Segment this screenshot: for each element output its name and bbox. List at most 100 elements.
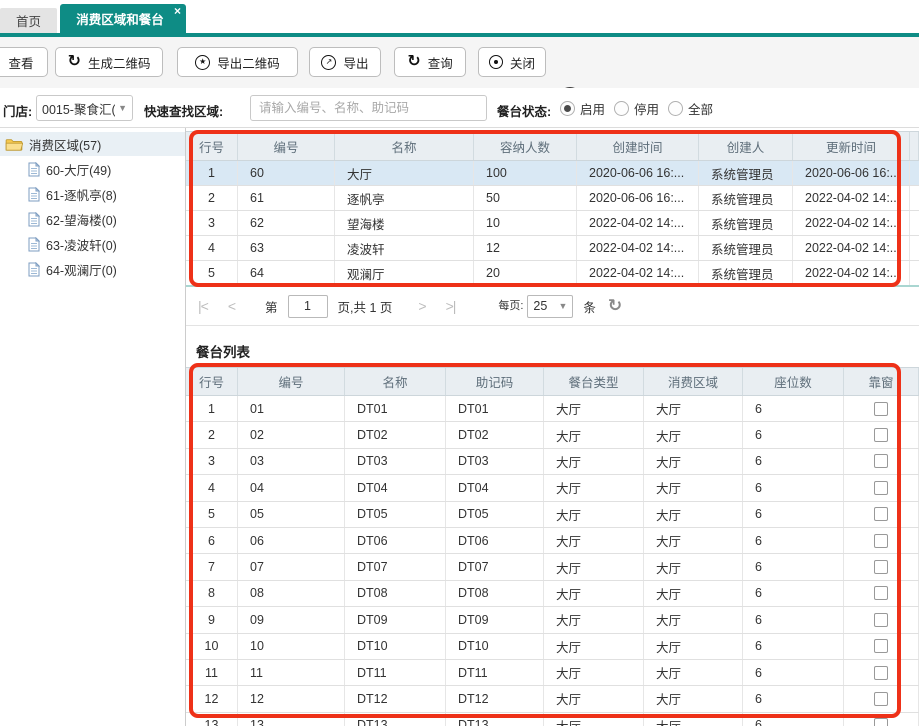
- area-table-row[interactable]: 2 61 逐帆亭 50 2020-06-06 16:... 系统管理员 2022…: [186, 186, 919, 211]
- table-list-row[interactable]: 2 02 DT02 DT02 大厅 大厅 6: [186, 422, 919, 448]
- next-page-button[interactable]: >: [418, 298, 425, 314]
- chevron-down-icon: ▼: [118, 103, 127, 113]
- cell-row-no: 12: [186, 686, 238, 711]
- first-page-button[interactable]: |<: [198, 298, 208, 314]
- tab-home[interactable]: 首页: [0, 8, 57, 33]
- table-list-row[interactable]: 9 09 DT09 DT09 大厅 大厅 6: [186, 607, 919, 633]
- area-table-row[interactable]: 5 64 观澜厅 20 2022-04-02 14:... 系统管理员 2022…: [186, 261, 919, 286]
- window-side-checkbox[interactable]: [874, 428, 888, 442]
- cell-mnemonic: DT03: [446, 449, 544, 474]
- window-side-checkbox[interactable]: [874, 534, 888, 548]
- area-table-body: 1 60 大厅 100 2020-06-06 16:... 系统管理员 2020…: [186, 161, 919, 286]
- per-page-select[interactable]: 25 ▼: [527, 295, 573, 318]
- area-table-row[interactable]: 4 63 凌波轩 12 2022-04-02 14:... 系统管理员 2022…: [186, 236, 919, 261]
- window-side-checkbox[interactable]: [874, 613, 888, 627]
- cell-row-no: 6: [186, 528, 238, 553]
- cell-code: 04: [238, 475, 345, 500]
- export-button[interactable]: ↗ 导出: [309, 47, 381, 77]
- cell-capacity: 100: [474, 161, 577, 185]
- cell-name: DT02: [345, 422, 446, 447]
- page-number-input[interactable]: [288, 295, 328, 318]
- table-list-row[interactable]: 1 01 DT01 DT01 大厅 大厅 6: [186, 396, 919, 422]
- cell-created-time: 2022-04-02 14:...: [577, 261, 699, 285]
- close-button[interactable]: 关闭: [478, 47, 546, 77]
- cell-consume-area: 大厅: [644, 475, 743, 500]
- window-side-checkbox[interactable]: [874, 666, 888, 680]
- table-list-row[interactable]: 13 13 DT13 DT13 大厅 大厅 6: [186, 713, 919, 726]
- window-side-checkbox[interactable]: [874, 481, 888, 495]
- col-name: 名称: [345, 368, 446, 395]
- window-side-checkbox[interactable]: [874, 507, 888, 521]
- cell-mnemonic: DT05: [446, 502, 544, 527]
- window-side-checkbox[interactable]: [874, 402, 888, 416]
- cell-row-no: 11: [186, 660, 238, 685]
- table-list-body: 1 01 DT01 DT01 大厅 大厅 6 2 02 DT02 DT02 大厅…: [186, 396, 919, 726]
- window-side-checkbox[interactable]: [874, 586, 888, 600]
- cell-created-time: 2022-04-02 14:...: [577, 211, 699, 235]
- cell-seats: 6: [743, 528, 844, 553]
- document-icon: [28, 262, 40, 277]
- filter-bar: 门店: 0015-聚食汇( ▼ 快速查找区域: 餐台状态: 启用 停用 全部: [0, 88, 919, 128]
- cell-seats: 6: [743, 396, 844, 421]
- cell-seats: 6: [743, 449, 844, 474]
- radio-status-enabled[interactable]: 启用: [560, 99, 605, 118]
- cell-table-type: 大厅: [544, 554, 644, 579]
- tab-close-icon[interactable]: ×: [174, 5, 181, 17]
- cell-table-type: 大厅: [544, 713, 644, 726]
- area-table-row[interactable]: 3 62 望海楼 10 2022-04-02 14:... 系统管理员 2022…: [186, 211, 919, 236]
- cell-code: 60: [238, 161, 335, 185]
- store-select-value: 0015-聚食汇(: [42, 99, 115, 118]
- store-select[interactable]: 0015-聚食汇( ▼: [36, 95, 133, 121]
- radio-status-all[interactable]: 全部: [668, 99, 713, 118]
- table-list-row[interactable]: 10 10 DT10 DT10 大厅 大厅 6: [186, 634, 919, 660]
- cell-window-side: [844, 422, 919, 447]
- tree-item[interactable]: 64-观澜厅(0): [0, 257, 185, 282]
- window-side-checkbox[interactable]: [874, 692, 888, 706]
- table-list-row[interactable]: 11 11 DT11 DT11 大厅 大厅 6: [186, 660, 919, 686]
- table-list-row[interactable]: 7 07 DT07 DT07 大厅 大厅 6: [186, 554, 919, 580]
- cell-row-no: 2: [186, 186, 238, 210]
- view-button[interactable]: 查看: [0, 47, 48, 77]
- cell-seats: 6: [743, 713, 844, 726]
- cell-updated-time: 2020-06-06 16:...: [793, 161, 910, 185]
- prev-page-button[interactable]: <: [228, 298, 235, 314]
- window-side-checkbox[interactable]: [874, 454, 888, 468]
- tree-root-consume-area[interactable]: 消费区域(57): [0, 132, 185, 156]
- tree-item[interactable]: 62-望海楼(0): [0, 207, 185, 232]
- cell-row-no: 4: [186, 236, 238, 260]
- radio-disabled-label: 停用: [634, 99, 659, 118]
- generate-qr-button[interactable]: ↻ 生成二维码: [55, 47, 163, 77]
- cell-window-side: [844, 554, 919, 579]
- table-list-row[interactable]: 4 04 DT04 DT04 大厅 大厅 6: [186, 475, 919, 501]
- quick-search-input[interactable]: [250, 95, 487, 121]
- last-page-button[interactable]: >|: [446, 298, 456, 314]
- area-table-row[interactable]: 1 60 大厅 100 2020-06-06 16:... 系统管理员 2020…: [186, 161, 919, 186]
- radio-icon: [668, 101, 683, 116]
- window-side-checkbox[interactable]: [874, 718, 888, 726]
- refresh-icon[interactable]: ↻: [608, 298, 622, 314]
- cell-row-no: 1: [186, 161, 238, 185]
- table-list-row[interactable]: 6 06 DT06 DT06 大厅 大厅 6: [186, 528, 919, 554]
- table-list-row[interactable]: 3 03 DT03 DT03 大厅 大厅 6: [186, 449, 919, 475]
- area-table-header: 行号 编号 名称 容纳人数 创建时间 创建人 更新时间: [186, 131, 919, 161]
- tree-item[interactable]: 61-逐帆亭(8): [0, 182, 185, 207]
- window-side-checkbox[interactable]: [874, 639, 888, 653]
- table-list-row[interactable]: 8 08 DT08 DT08 大厅 大厅 6: [186, 581, 919, 607]
- table-list-row[interactable]: 12 12 DT12 DT12 大厅 大厅 6: [186, 686, 919, 712]
- tree-item[interactable]: 60-大厅(49): [0, 157, 185, 182]
- tab-consume-area[interactable]: 消费区域和餐台 ×: [60, 4, 186, 33]
- export-qr-button[interactable]: ★ 导出二维码: [177, 47, 298, 77]
- cell-capacity: 12: [474, 236, 577, 260]
- radio-status-disabled[interactable]: 停用: [614, 99, 659, 118]
- table-list-row[interactable]: 5 05 DT05 DT05 大厅 大厅 6: [186, 502, 919, 528]
- cell-code: 08: [238, 581, 345, 606]
- col-seats: 座位数: [743, 368, 844, 395]
- cell-consume-area: 大厅: [644, 422, 743, 447]
- col-name: 名称: [335, 132, 474, 160]
- cell-mnemonic: DT13: [446, 713, 544, 726]
- cell-row-no: 1: [186, 396, 238, 421]
- tree-item[interactable]: 63-凌波轩(0): [0, 232, 185, 257]
- query-button[interactable]: ↻ 查询: [394, 47, 466, 77]
- radio-selected-icon: [560, 101, 575, 116]
- window-side-checkbox[interactable]: [874, 560, 888, 574]
